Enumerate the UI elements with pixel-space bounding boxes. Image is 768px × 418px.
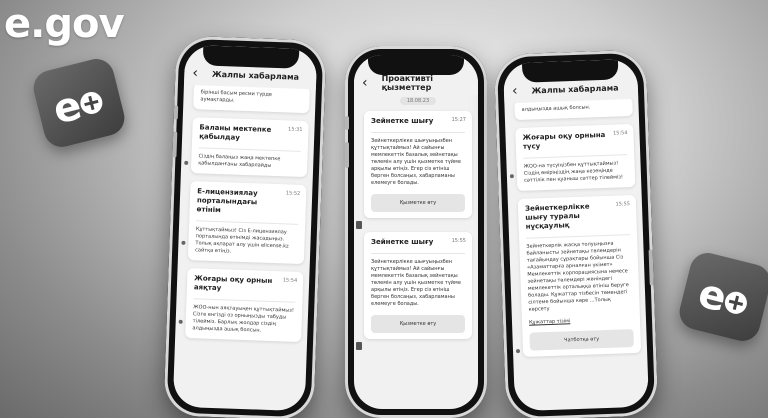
notification-title: Жоғары оқу орнына түсу [522,130,606,151]
notification-title: Баланы мектепке қабылдау [199,123,272,142]
go-to-service-button[interactable]: Қызметке өту [371,194,465,212]
phone-screen: ‹ Жалпы хабарлама алдыңызда ашық болсын.… [502,58,650,412]
notification-title: Жоғары оқу орнын аяқтау [193,274,273,293]
egov-mark-icon: e [694,270,747,322]
notification-time: 15:54 [282,277,298,284]
unread-dot-icon [184,160,189,165]
notification-body: Зейнеткерлік жасқа толуыңызға байланысты… [526,234,633,314]
unread-dot-icon [515,349,521,354]
svg-text:e: e [49,82,86,132]
phone-proactive-services: ‹ Проактивті қызметтер 18.08.23 Зейнетке… [345,46,487,418]
document-icon [356,342,362,350]
back-arrow-icon[interactable]: ‹ [512,83,518,99]
notification-title: Зейнеткерлікке шығу туралы нұсқаулық [524,202,590,231]
notification-body: Құттықтаймыз! Сіз Е-лицензиялау порталын… [195,220,299,258]
header-title: Проактивті қызметтер [381,74,434,92]
notification-body: Сіздің балаңыз жаңа мектепке қабылданған… [198,147,301,171]
notification-feed[interactable]: бірінші басым ресми түрде аумақтарды. Ба… [178,83,310,411]
header-title: Жалпы хабарлама [531,82,619,95]
phone-screen: ‹ Жалпы хабарлама бірінші басым ресми тү… [172,44,318,412]
phone-general-notifications: ‹ Жалпы хабарлама алдыңызда ашық болсын.… [493,49,659,418]
notification-card[interactable]: Зейнетке шығу 15:55 Зейнеткерлікке шығуы… [356,232,472,350]
notification-feed[interactable]: 18.08.23 Зейнетке шығу 15:27 Зейнеткерлі… [356,97,472,409]
notification-body: ЖОО-на түсуіңізбен құттықтаймыз! Сіздің … [523,154,629,185]
notification-body: алдыңызда ашық болсын. [521,104,591,113]
unread-dot-icon [181,240,186,245]
notification-body: бірінші басым ресми түрде аумақтарды. [200,89,273,104]
phone-screen: ‹ Проактивті қызметтер 18.08.23 Зейнетке… [354,55,478,409]
notification-title: Е-лицензиялау порталындағы өтінім [196,187,258,215]
egov-mark-icon: e [49,82,103,132]
documents-list-link[interactable]: Құжаттар тізімі [529,316,633,325]
date-separator: 18.08.23 [400,97,436,105]
go-to-service-button[interactable]: Қызметке өту [371,315,465,333]
notification-card[interactable]: Жоғары оқу орнын аяқтау 15:54 ЖОО-нын ая… [178,268,304,343]
notification-card[interactable]: Е-лицензиялау порталындағы өтінім 15:52 … [181,181,307,265]
notification-body: Зейнеткерлікке шығуыңызбен құттықтаймыз!… [371,253,465,308]
egov-app-icon: e [675,249,768,345]
document-icon [356,221,362,229]
notification-card[interactable]: Баланы мектепке қабылдау 15:31 Сіздің ба… [184,117,309,178]
egov-logo: e.gov [4,1,125,47]
unread-dot-icon [509,174,514,179]
unread-dot-icon [178,319,183,324]
notification-feed[interactable]: алдыңызда ашық болсын. Жоғары оқу орнына… [509,96,643,411]
notification-card[interactable]: Зейнетке шығу 15:27 Зейнеткерлікке шығуы… [356,111,472,229]
notification-time: 15:55 [451,238,466,244]
notification-card[interactable]: Жоғары оқу орнына түсу 15:54 ЖОО-на түсу… [509,123,636,192]
header-title: Жалпы хабарлама [211,69,300,82]
back-arrow-icon[interactable]: ‹ [362,76,368,90]
notification-time: 15:27 [451,117,466,123]
svg-text:e: e [694,270,731,321]
notification-time: 15:52 [285,190,301,197]
notification-body: Зейнеткерлікке шығуыңызбен құттықтаймыз!… [371,132,465,187]
notification-time: 15:55 [615,201,631,208]
notification-card[interactable]: Зейнеткерлікке шығу туралы нұсқаулық 15:… [515,194,642,357]
egov-app-icon: e [29,55,129,151]
notification-time: 15:31 [287,126,303,133]
notification-body: ЖОО-нын аяқтауыңен құттықтаймыз! Сізге е… [192,298,296,336]
notification-time: 15:54 [612,130,628,137]
phone-general-notifications: ‹ Жалпы хабарлама бірінші басым ресми тү… [163,35,327,418]
go-to-chatbot-button[interactable]: Чатботқа өту [529,329,634,351]
back-arrow-icon[interactable]: ‹ [192,65,198,81]
